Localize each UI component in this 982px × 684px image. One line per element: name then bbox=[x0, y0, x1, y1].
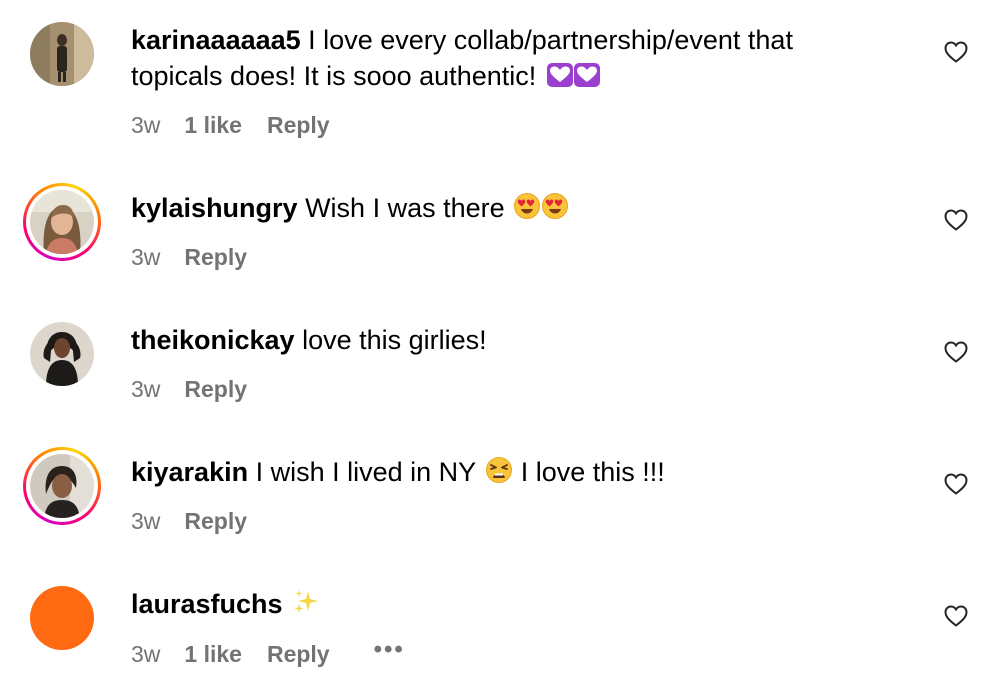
reply-button[interactable]: Reply bbox=[184, 376, 247, 403]
heart-eyes-emoji-icon bbox=[514, 192, 570, 229]
reply-button[interactable]: Reply bbox=[184, 508, 247, 535]
comment-body: laurasfuchs bbox=[131, 586, 891, 625]
username[interactable]: karinaaaaaa5 bbox=[131, 25, 301, 55]
timestamp[interactable]: 3w bbox=[131, 244, 160, 271]
comment-body: karinaaaaaa5 I love every collab/partner… bbox=[131, 22, 891, 97]
heart-outline-icon[interactable] bbox=[944, 209, 968, 231]
comment-meta: 3w 1 like Reply ••• bbox=[131, 636, 405, 668]
avatar[interactable] bbox=[30, 190, 94, 254]
avatar[interactable] bbox=[30, 586, 94, 650]
avatar[interactable] bbox=[30, 454, 94, 518]
comment-body: theikonickay love this girlies! bbox=[131, 322, 891, 358]
comment-meta: 3w Reply bbox=[131, 244, 247, 271]
sparkles-emoji-icon bbox=[292, 588, 320, 625]
comment-text: karinaaaaaa5 I love every collab/partner… bbox=[131, 22, 891, 97]
timestamp[interactable]: 3w bbox=[131, 112, 160, 139]
story-ring[interactable] bbox=[23, 183, 101, 261]
avatar[interactable] bbox=[30, 322, 94, 386]
comment-message: Wish I was there bbox=[305, 193, 505, 223]
more-options-icon[interactable]: ••• bbox=[374, 636, 405, 664]
reply-button[interactable]: Reply bbox=[267, 112, 330, 139]
comment-text: theikonickay love this girlies! bbox=[131, 322, 891, 358]
username[interactable]: kiyarakin bbox=[131, 457, 248, 487]
comment-message: I wish I lived in NY bbox=[255, 457, 476, 487]
comment-meta: 3w Reply bbox=[131, 508, 247, 535]
username[interactable]: kylaishungry bbox=[131, 193, 298, 223]
avatar[interactable] bbox=[30, 22, 94, 86]
comment-text: laurasfuchs bbox=[131, 586, 891, 625]
heart-outline-icon[interactable] bbox=[944, 341, 968, 363]
comment-body: kylaishungry Wish I was there bbox=[131, 190, 891, 229]
heart-outline-icon[interactable] bbox=[944, 473, 968, 495]
comment-message: love this girlies! bbox=[302, 325, 487, 355]
comment-text: kylaishungry Wish I was there bbox=[131, 190, 891, 229]
comment-message-continued: I love this !!! bbox=[520, 457, 665, 487]
username[interactable]: laurasfuchs bbox=[131, 589, 283, 619]
heart-outline-icon[interactable] bbox=[944, 41, 968, 63]
reply-button[interactable]: Reply bbox=[267, 641, 330, 668]
comment-meta: 3w Reply bbox=[131, 376, 247, 403]
comment-body: kiyarakin I wish I lived in NY I love th… bbox=[131, 454, 891, 493]
heart-decoration-emoji-icon bbox=[546, 61, 602, 97]
like-count[interactable]: 1 like bbox=[184, 641, 242, 668]
like-count[interactable]: 1 like bbox=[184, 112, 242, 139]
username[interactable]: theikonickay bbox=[131, 325, 295, 355]
timestamp[interactable]: 3w bbox=[131, 641, 160, 668]
heart-outline-icon[interactable] bbox=[944, 605, 968, 627]
timestamp[interactable]: 3w bbox=[131, 508, 160, 535]
comment-meta: 3w 1 like Reply bbox=[131, 112, 330, 139]
tired-face-emoji-icon bbox=[485, 456, 513, 493]
timestamp[interactable]: 3w bbox=[131, 376, 160, 403]
comment-text: kiyarakin I wish I lived in NY I love th… bbox=[131, 454, 891, 493]
story-ring[interactable] bbox=[23, 447, 101, 525]
reply-button[interactable]: Reply bbox=[184, 244, 247, 271]
